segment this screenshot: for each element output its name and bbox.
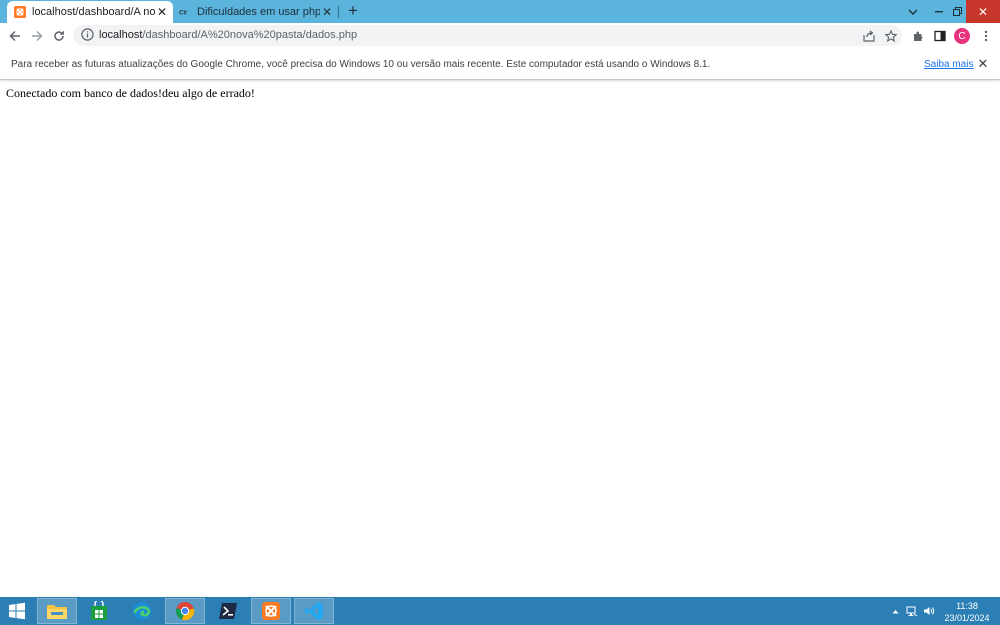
tab-localhost[interactable]: localhost/dashboard/A nova pasta ✕	[7, 1, 173, 23]
url-path: /dashboard/A%20nova%20pasta/dados.php	[142, 29, 358, 41]
reload-icon[interactable]	[50, 27, 68, 45]
infobar-message: Para receber as futuras atualizações do …	[11, 59, 711, 70]
tab-title: Dificuldades em usar phpmyadmin	[197, 6, 320, 18]
site-info-icon[interactable]	[81, 28, 95, 42]
url-host: localhost	[99, 29, 143, 41]
tab-phpmyadmin[interactable]: C# Dificuldades em usar phpmyadmin ✕	[174, 1, 338, 23]
share-icon[interactable]	[861, 28, 876, 43]
xampp-icon	[14, 6, 26, 18]
page-body-text: Conectado com banco de dados!deu algo de…	[6, 86, 255, 100]
new-tab-button[interactable]: +	[345, 2, 361, 19]
powershell-icon[interactable]	[208, 598, 248, 624]
address-bar[interactable]: localhost/dashboard/A%20nova%20pasta/dad…	[73, 25, 902, 46]
forward-icon[interactable]	[28, 27, 46, 45]
url-text: localhost/dashboard/A%20nova%20pasta/dad…	[99, 29, 357, 41]
windows-start-icon[interactable]	[0, 598, 34, 624]
update-infobar: Para receber as futuras atualizações do …	[0, 49, 1000, 80]
browser-toolbar: localhost/dashboard/A%20nova%20pasta/dad…	[0, 23, 1000, 49]
file-explorer-icon[interactable]	[37, 598, 77, 624]
tab-title: localhost/dashboard/A nova pasta	[32, 6, 155, 18]
system-clock[interactable]: 11:38 23/01/2024	[944, 600, 990, 624]
svg-text:C#: C#	[179, 11, 187, 17]
profile-avatar[interactable]: C	[954, 28, 970, 44]
extensions-icon[interactable]	[910, 28, 926, 44]
volume-icon[interactable]	[921, 597, 937, 625]
close-icon[interactable]: ✕	[977, 57, 989, 71]
forum-logo-icon: C#	[179, 6, 191, 18]
vscode-icon[interactable]	[294, 598, 334, 624]
learn-more-link[interactable]: Saiba mais	[924, 59, 973, 70]
edge-icon[interactable]	[122, 598, 162, 624]
chrome-icon[interactable]	[165, 598, 205, 624]
tab-separator	[338, 6, 339, 18]
menu-kebab-icon[interactable]	[978, 28, 994, 44]
xampp-icon[interactable]	[251, 598, 291, 624]
bookmark-star-icon[interactable]	[883, 28, 898, 43]
clock-time: 11:38	[956, 601, 978, 611]
close-window-button[interactable]: ✕	[966, 0, 1000, 23]
windows-taskbar: 11:38 23/01/2024	[0, 597, 1000, 625]
back-icon[interactable]	[6, 27, 24, 45]
store-icon[interactable]	[79, 598, 119, 624]
minimize-window-button[interactable]	[930, 0, 948, 23]
network-icon[interactable]	[904, 597, 920, 625]
restore-window-button[interactable]	[948, 0, 966, 23]
close-tab-icon[interactable]: ✕	[320, 5, 334, 19]
clock-date: 23/01/2024	[944, 613, 990, 623]
chevron-up-icon[interactable]	[889, 597, 901, 625]
side-panel-icon[interactable]	[932, 28, 948, 44]
tab-strip: localhost/dashboard/A nova pasta ✕ C# Di…	[0, 0, 1000, 23]
close-tab-icon[interactable]: ✕	[155, 5, 169, 19]
tab-search-icon[interactable]	[905, 0, 921, 23]
